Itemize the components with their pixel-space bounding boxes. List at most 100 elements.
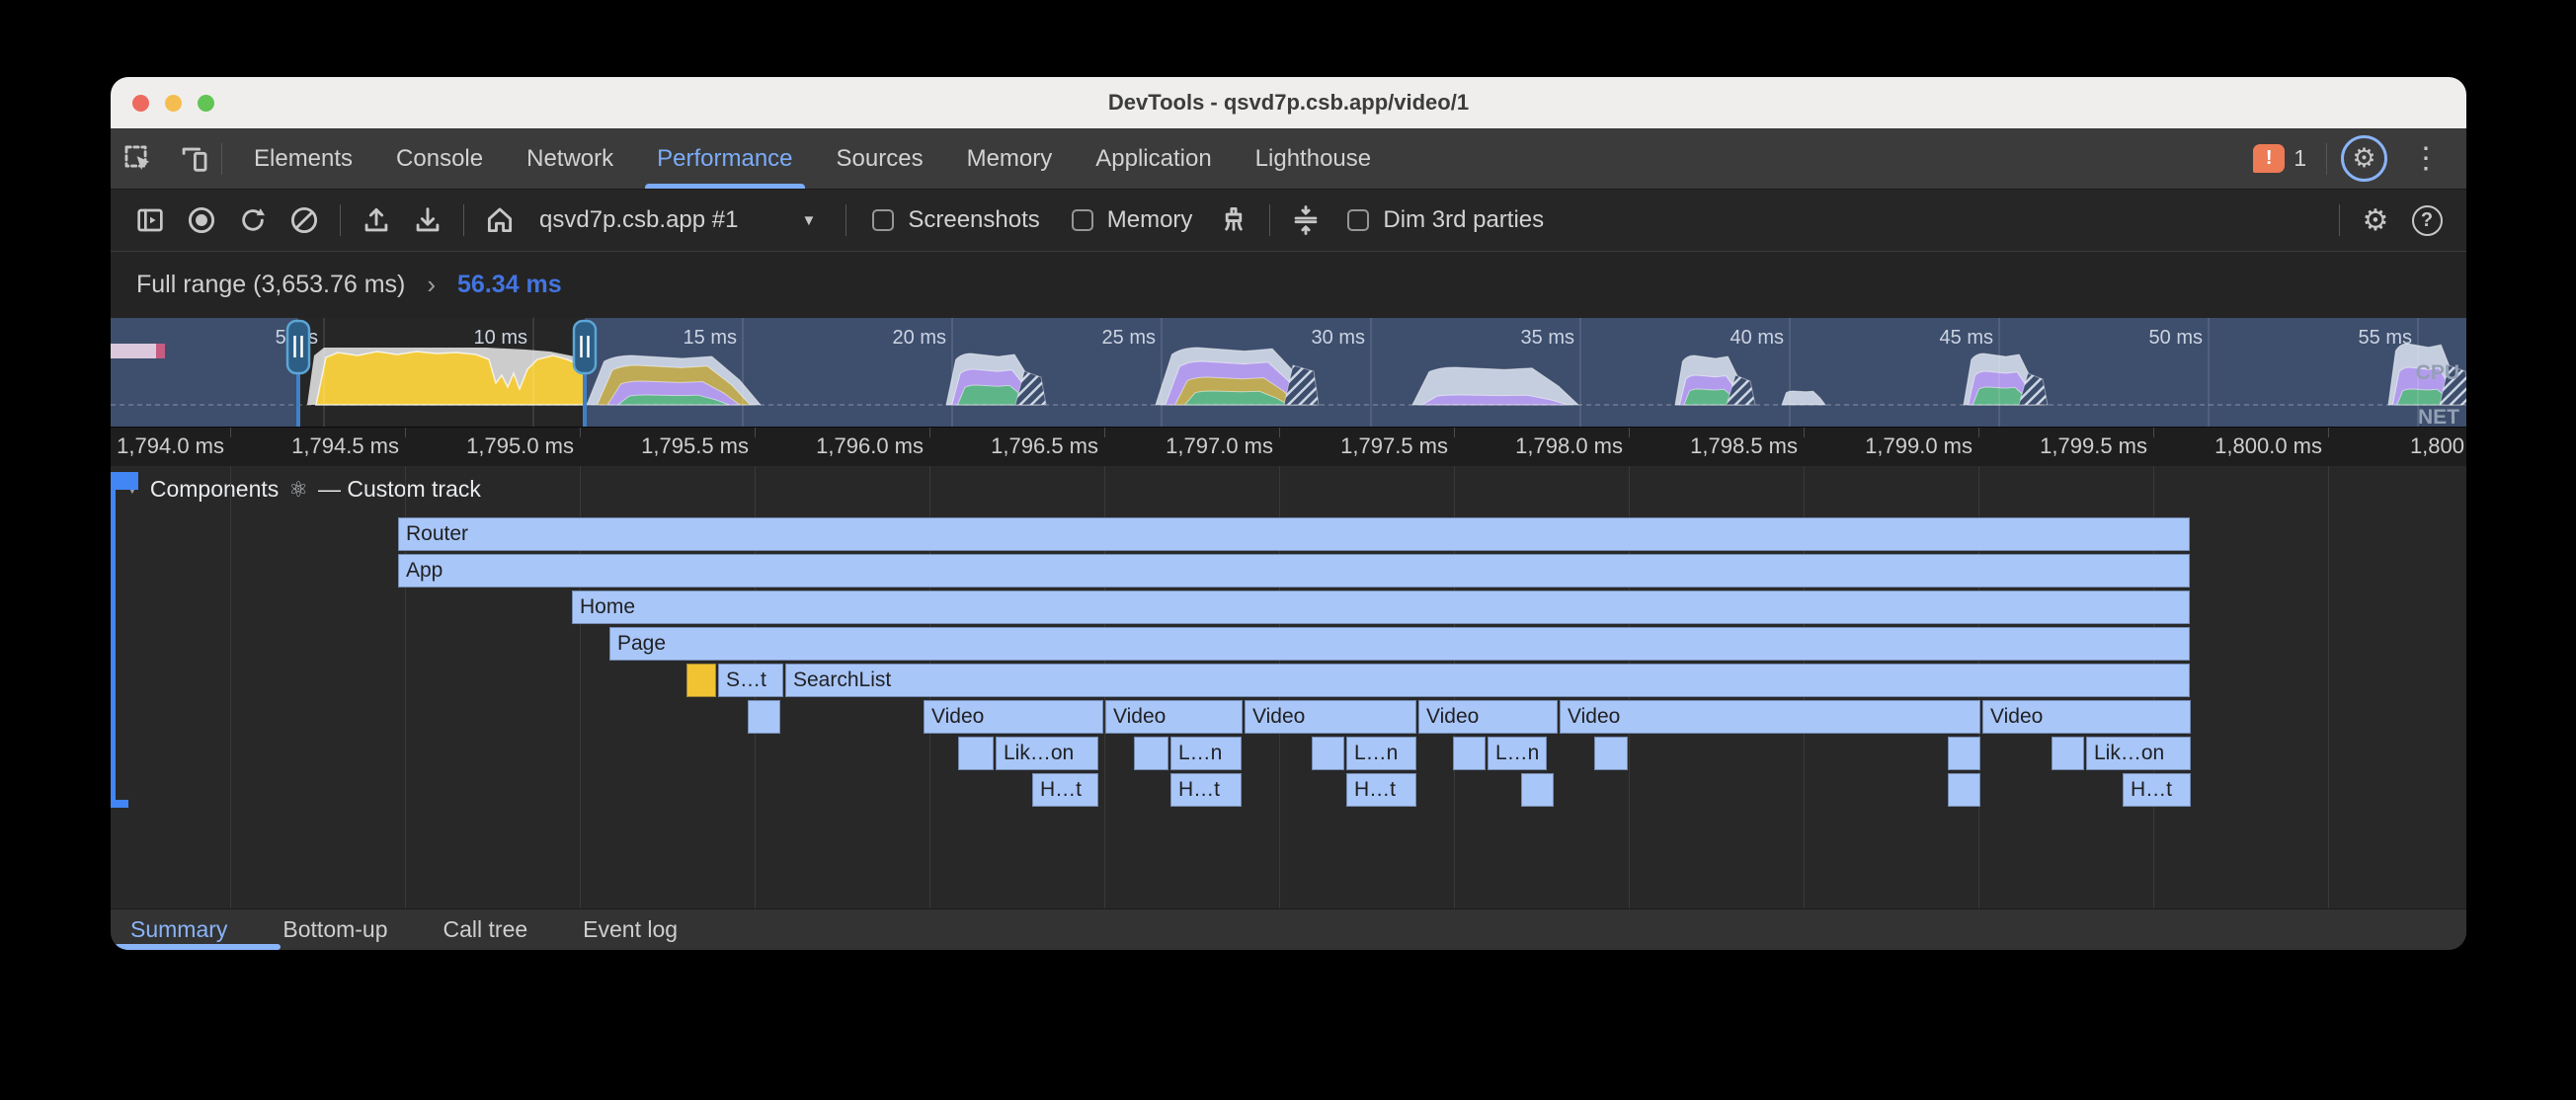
screenshots-checkbox-group[interactable]: Screenshots <box>856 206 1055 234</box>
flame-bar-ln[interactable]: L…n <box>1488 737 1547 770</box>
flame-bar-likon[interactable]: Lik…on <box>2086 737 2191 770</box>
reload-and-record-icon[interactable] <box>227 195 279 246</box>
load-profile-icon[interactable] <box>351 195 402 246</box>
flame-bar[interactable] <box>1134 737 1168 770</box>
tab-console[interactable]: Console <box>374 128 505 189</box>
settings-focus-ring[interactable]: ⚙ <box>2341 135 2387 182</box>
target-selector[interactable]: qsvd7p.csb.app #1 ▼ <box>525 206 836 234</box>
ruler-label: 1,796.5 ms <box>991 433 1098 459</box>
flame-bar-ht[interactable]: H…t <box>2123 773 2191 807</box>
tab-application[interactable]: Application <box>1074 128 1233 189</box>
flame-bar-ht[interactable]: H…t <box>1170 773 1242 807</box>
toolbar-right: ⚙ ? <box>2329 195 2453 246</box>
track-subtitle: — Custom track <box>318 476 481 503</box>
flame-bar-ht[interactable]: H…t <box>1032 773 1098 807</box>
divider <box>2326 143 2327 175</box>
flame-bar-ht[interactable]: H…t <box>1346 773 1416 807</box>
settings-gear-icon[interactable]: ⚙ <box>2350 195 2401 246</box>
tab-network[interactable]: Network <box>505 128 635 189</box>
minimize-window-button[interactable] <box>165 95 182 112</box>
overview-axis-label: 45 ms <box>1940 327 1993 349</box>
flame-bar-video[interactable]: Video <box>1560 700 1980 734</box>
tab-memory[interactable]: Memory <box>945 128 1075 189</box>
flame-bar[interactable] <box>748 700 780 734</box>
issue-icon: ! <box>2253 144 2285 173</box>
live-metrics-home-icon[interactable] <box>474 195 525 246</box>
record-icon[interactable] <box>176 195 227 246</box>
track-header[interactable]: ▼ Components ⚛ — Custom track <box>124 476 481 503</box>
ruler-tick <box>2328 428 2329 437</box>
divider <box>1269 204 1270 236</box>
ruler-tick <box>2153 428 2154 437</box>
flame-bar-video[interactable]: Video <box>924 700 1103 734</box>
flame-bar[interactable] <box>1948 773 1980 807</box>
memory-checkbox[interactable] <box>1072 209 1093 231</box>
toggle-sidebar-icon[interactable] <box>124 195 176 246</box>
flame-bar-video[interactable]: Video <box>1245 700 1416 734</box>
flame-bar[interactable] <box>1453 737 1486 770</box>
timeline-overview[interactable]: 5 ms10 ms15 ms20 ms25 ms30 ms35 ms40 ms4… <box>111 318 2466 427</box>
flame-bar-home[interactable]: Home <box>572 590 2190 624</box>
flame-bar[interactable] <box>958 737 994 770</box>
drawer-tab-call-tree[interactable]: Call tree <box>443 909 528 950</box>
flame-bar-router[interactable]: Router <box>398 517 2190 551</box>
memory-checkbox-group[interactable]: Memory <box>1056 206 1209 234</box>
ruler-label: 1,796.0 ms <box>816 433 924 459</box>
save-profile-icon[interactable] <box>402 195 453 246</box>
flame-bar-ln[interactable]: L…n <box>1170 737 1242 770</box>
clear-icon[interactable] <box>279 195 330 246</box>
drawer-tab-bottom-up[interactable]: Bottom-up <box>282 909 387 950</box>
tab-sources[interactable]: Sources <box>815 128 945 189</box>
maximize-window-button[interactable] <box>198 95 214 112</box>
flame-bar-st[interactable]: S…t <box>718 664 783 697</box>
issues-badge[interactable]: ! 1 <box>2253 144 2306 173</box>
flame-bar-video[interactable]: Video <box>1418 700 1558 734</box>
ruler-tick <box>929 428 930 437</box>
time-ruler[interactable]: 1,794.0 ms1,794.5 ms1,795.0 ms1,795.5 ms… <box>111 427 2466 466</box>
drawer-tab-summary[interactable]: Summary <box>130 909 227 950</box>
flame-bar[interactable] <box>686 664 716 697</box>
dim-third-parties-checkbox-group[interactable]: Dim 3rd parties <box>1331 206 1560 234</box>
tab-performance[interactable]: Performance <box>635 128 814 189</box>
ruler-label: 1,798.0 ms <box>1515 433 1623 459</box>
flame-bar-likon[interactable]: Lik…on <box>996 737 1098 770</box>
close-window-button[interactable] <box>132 95 149 112</box>
screenshots-checkbox[interactable] <box>872 209 894 231</box>
divider <box>845 204 846 236</box>
flame-bar-ln[interactable]: L…n <box>1346 737 1416 770</box>
flame-bar[interactable] <box>1521 773 1554 807</box>
ruler-label: 1,800.0 ms <box>2214 433 2322 459</box>
screenshots-checkbox-label: Screenshots <box>908 206 1039 234</box>
flame-bar[interactable] <box>1948 737 1980 770</box>
flame-bar-video[interactable]: Video <box>1982 700 2191 734</box>
collapse-icon[interactable] <box>1280 195 1331 246</box>
flame-bar-searchlist[interactable]: SearchList <box>785 664 2190 697</box>
full-range-crumb[interactable]: Full range (3,653.76 ms) <box>136 271 405 299</box>
ruler-tick <box>1804 428 1805 437</box>
tab-lighthouse[interactable]: Lighthouse <box>1234 128 1393 189</box>
memory-checkbox-label: Memory <box>1107 206 1193 234</box>
help-icon[interactable]: ? <box>2401 195 2453 246</box>
flame-chart[interactable]: ▼ Components ⚛ — Custom track RouterAppH… <box>111 466 2466 908</box>
ruler-label: 1,799.5 ms <box>2040 433 2147 459</box>
target-selector-label: qsvd7p.csb.app #1 <box>539 206 738 234</box>
ruler-tick <box>1454 428 1455 437</box>
flame-bar[interactable] <box>1594 737 1628 770</box>
tab-elements[interactable]: Elements <box>232 128 374 189</box>
selected-range-crumb[interactable]: 56.34 ms <box>457 271 562 299</box>
flame-bar[interactable] <box>2052 737 2084 770</box>
flame-bar-page[interactable]: Page <box>609 627 2190 661</box>
overview-axis-label: 10 ms <box>474 327 527 349</box>
inspect-element-icon[interactable] <box>111 128 166 189</box>
flame-bar-video[interactable]: Video <box>1105 700 1243 734</box>
overview-axis-label: 35 ms <box>1521 327 1574 349</box>
drawer-tab-event-log[interactable]: Event log <box>583 909 678 950</box>
flame-bar-app[interactable]: App <box>398 554 2190 588</box>
device-toolbar-icon[interactable] <box>166 128 221 189</box>
dim-third-parties-checkbox[interactable] <box>1347 209 1369 231</box>
kebab-menu-icon[interactable]: ⋮ <box>2401 141 2451 176</box>
ruler-label: 1,797.0 ms <box>1166 433 1273 459</box>
divider <box>340 204 341 236</box>
flame-bar[interactable] <box>1312 737 1344 770</box>
collect-garbage-icon[interactable] <box>1208 195 1259 246</box>
